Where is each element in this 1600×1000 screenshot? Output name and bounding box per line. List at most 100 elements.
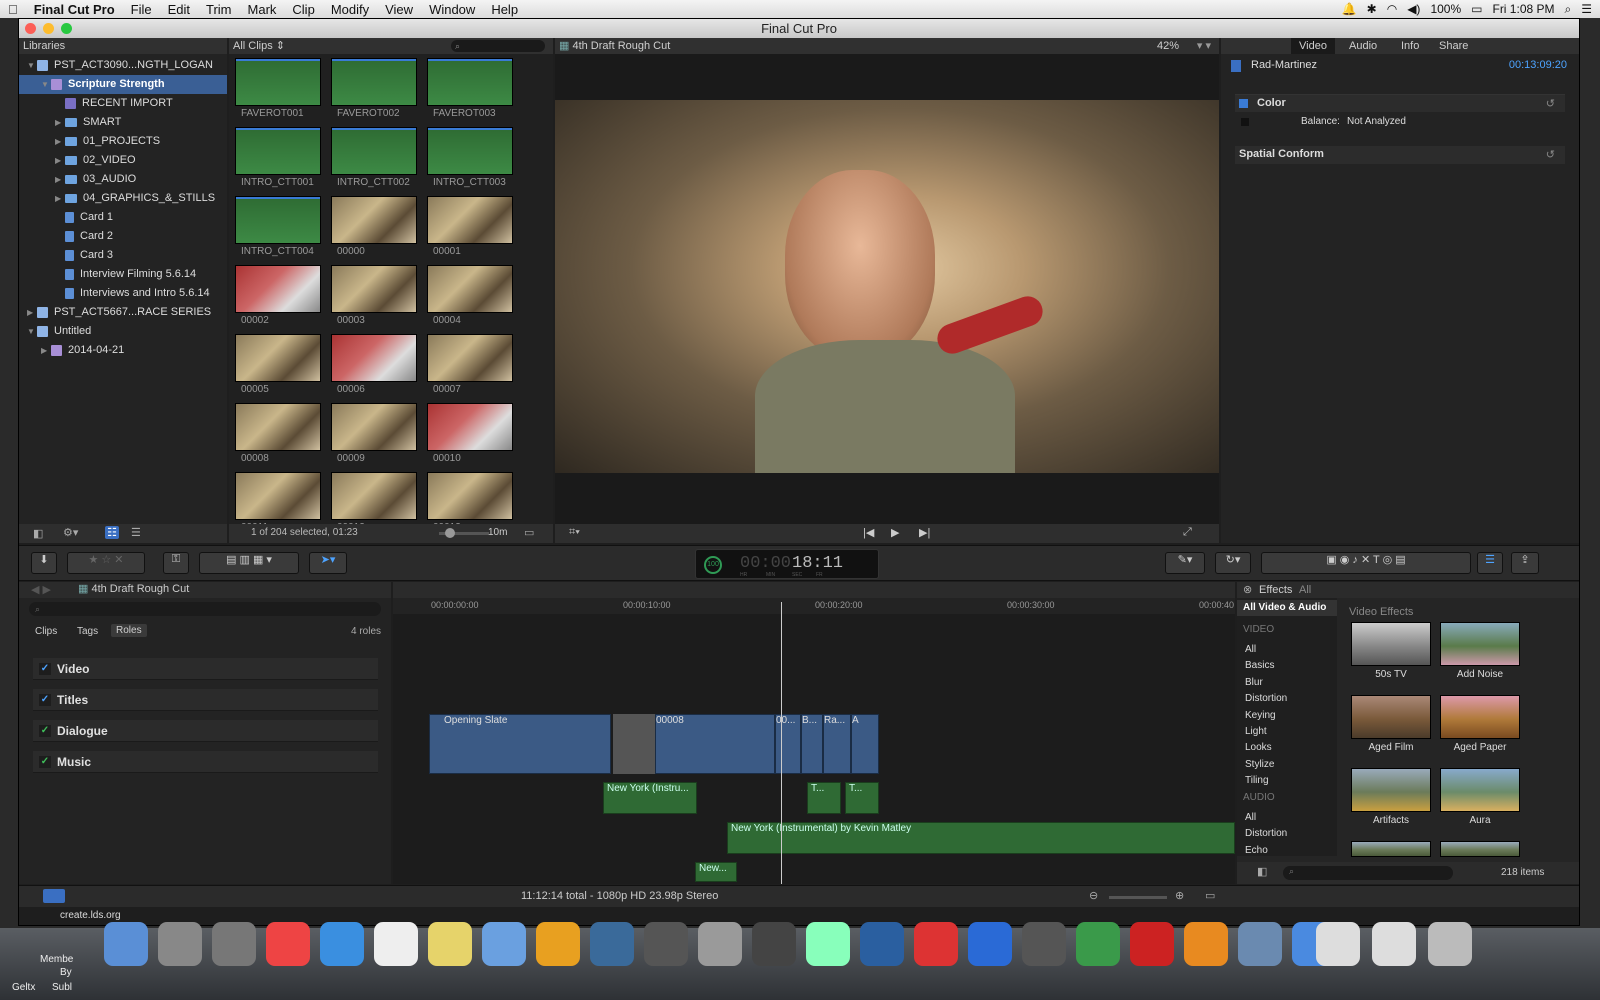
timeline-zoom-slider[interactable] bbox=[1109, 896, 1167, 899]
downloads-stack-icon[interactable] bbox=[1316, 922, 1360, 966]
disclosure-triangle-icon[interactable]: ▼ bbox=[41, 75, 51, 94]
menu-trim[interactable]: Trim bbox=[198, 2, 240, 17]
clip-00-short[interactable]: 00... bbox=[775, 714, 801, 774]
menu-window[interactable]: Window bbox=[421, 2, 483, 17]
enhancements-icon[interactable]: ✎▾ bbox=[1165, 552, 1205, 574]
audio-clip-ny-short[interactable]: New... bbox=[695, 862, 737, 882]
close-icon[interactable]: ⊗ bbox=[1243, 583, 1252, 596]
launchpad-icon[interactable] bbox=[158, 922, 202, 966]
clip-a[interactable]: A bbox=[851, 714, 879, 774]
photoshop-icon[interactable] bbox=[860, 922, 904, 966]
library-row[interactable]: Interviews and Intro 5.6.14 bbox=[19, 284, 227, 303]
select-tool-icon[interactable]: ➤▾ bbox=[309, 552, 347, 574]
tab-share[interactable]: Share bbox=[1439, 38, 1468, 54]
clip-thumbnail[interactable] bbox=[331, 472, 417, 520]
index-tab-roles[interactable]: Roles bbox=[111, 624, 147, 637]
show-hide-libraries-icon[interactable]: ◧ bbox=[33, 527, 43, 540]
effects-category[interactable]: Light bbox=[1245, 726, 1267, 737]
effects-category[interactable]: Tiling bbox=[1245, 775, 1269, 786]
final-cut-icon[interactable] bbox=[590, 922, 634, 966]
effects-category[interactable]: Distortion bbox=[1245, 828, 1287, 839]
sidebar-toggle-icon[interactable]: ◧ bbox=[1257, 865, 1267, 878]
clip-thumbnail[interactable] bbox=[427, 472, 513, 520]
zoom-out-icon[interactable]: ⊖ bbox=[1089, 889, 1098, 902]
zoom-button[interactable] bbox=[61, 23, 72, 34]
timeline[interactable]: 00:00:00:00 00:00:10:00 00:00:20:00 00:0… bbox=[393, 582, 1235, 884]
color-section[interactable]: Color ↺ bbox=[1235, 94, 1565, 112]
clip-thumbnail[interactable] bbox=[331, 127, 417, 175]
play-icon[interactable]: ▶ bbox=[891, 526, 899, 539]
spatial-conform-section[interactable]: Spatial Conform ↺ bbox=[1235, 146, 1565, 164]
color-enable-checkbox[interactable] bbox=[1239, 99, 1248, 108]
time-machine-icon[interactable] bbox=[1238, 922, 1282, 966]
list-view-icon[interactable]: ☰ bbox=[131, 526, 141, 539]
menu-clip[interactable]: Clip bbox=[284, 2, 322, 17]
disclosure-triangle-icon[interactable]: ▶ bbox=[55, 113, 65, 132]
disclosure-triangle-icon[interactable]: ▶ bbox=[55, 170, 65, 189]
library-row[interactable]: Card 2 bbox=[19, 227, 227, 246]
menu-mark[interactable]: Mark bbox=[240, 2, 285, 17]
trash-icon[interactable] bbox=[1428, 922, 1472, 966]
checkbox-icon[interactable]: ✓ bbox=[39, 663, 51, 675]
tab-info[interactable]: Info bbox=[1401, 38, 1419, 54]
playhead[interactable] bbox=[781, 602, 782, 884]
clip-thumbnail[interactable] bbox=[235, 58, 321, 106]
reset-icon[interactable]: ↺ bbox=[1546, 148, 1555, 161]
library-row[interactable]: ▶ 2014-04-21 bbox=[19, 341, 227, 360]
apple-icon[interactable]:  bbox=[0, 2, 26, 17]
audio-clip-t2[interactable]: T... bbox=[845, 782, 879, 814]
checkbox-icon[interactable]: ✓ bbox=[39, 725, 51, 737]
timeline-project-title[interactable]: ▦ 4th Draft Rough Cut bbox=[78, 582, 189, 595]
clip-thumbnail[interactable] bbox=[235, 196, 321, 244]
clock[interactable]: Fri 1:08 PM bbox=[1492, 2, 1554, 16]
ibooks-icon[interactable] bbox=[1184, 922, 1228, 966]
library-row[interactable]: ▶ 01_PROJECTS bbox=[19, 132, 227, 151]
effects-category[interactable]: Blur bbox=[1245, 677, 1263, 688]
bluetooth-icon[interactable]: ✱ bbox=[1367, 2, 1377, 16]
clip-ra[interactable]: Ra... bbox=[823, 714, 851, 774]
transition[interactable] bbox=[613, 714, 655, 774]
notification-icon[interactable]: 🔔 bbox=[1342, 2, 1357, 16]
disclosure-triangle-icon[interactable]: ▶ bbox=[55, 189, 65, 208]
clip-thumbnail[interactable] bbox=[427, 58, 513, 106]
disclosure-triangle-icon[interactable]: ▶ bbox=[55, 151, 65, 170]
preview-icon[interactable] bbox=[482, 922, 526, 966]
sublime-icon[interactable] bbox=[752, 922, 796, 966]
system-preferences-icon[interactable] bbox=[212, 922, 256, 966]
clip-thumbnail[interactable] bbox=[331, 403, 417, 451]
retime-icon[interactable]: ↻▾ bbox=[1215, 552, 1251, 574]
previous-edit-icon[interactable]: |◀ bbox=[863, 526, 874, 539]
effect-thumbnail[interactable] bbox=[1351, 768, 1431, 812]
effect-thumbnail[interactable] bbox=[1351, 622, 1431, 666]
library-row[interactable]: Card 1 bbox=[19, 208, 227, 227]
transform-icon[interactable]: ⌗▾ bbox=[569, 526, 580, 539]
close-button[interactable] bbox=[25, 23, 36, 34]
import-icon[interactable]: ⬇ bbox=[31, 552, 57, 574]
index-search-field[interactable]: ⌕ bbox=[29, 602, 381, 616]
list-icon[interactable]: ☰ bbox=[1581, 2, 1592, 16]
viewer-zoom[interactable]: 42% bbox=[1157, 38, 1179, 54]
wifi-icon[interactable]: ◠ bbox=[1387, 2, 1397, 16]
effects-category[interactable]: Basics bbox=[1245, 660, 1274, 671]
clip-00008[interactable]: 00008 bbox=[655, 714, 775, 774]
timeline-index-toggle[interactable] bbox=[43, 889, 65, 903]
opera-icon[interactable] bbox=[536, 922, 580, 966]
clip-thumbnail[interactable] bbox=[427, 403, 513, 451]
clip-thumbnail[interactable] bbox=[427, 196, 513, 244]
tab-video[interactable]: Video bbox=[1291, 38, 1335, 54]
clip-filter-popup[interactable]: All Clips bbox=[233, 40, 273, 52]
menu-file[interactable]: File bbox=[123, 2, 160, 17]
audio-clip-ny1[interactable]: New York (Instru... bbox=[603, 782, 697, 814]
final-cut-pro-icon[interactable] bbox=[698, 922, 742, 966]
effect-thumbnail[interactable] bbox=[1440, 622, 1520, 666]
menu-modify[interactable]: Modify bbox=[323, 2, 377, 17]
browser-search-field[interactable]: ⌕ bbox=[451, 40, 545, 52]
effect-thumbnail[interactable] bbox=[1440, 768, 1520, 812]
clip-thumbnail[interactable] bbox=[427, 265, 513, 313]
rating-buttons[interactable]: ★ ☆ ✕ bbox=[67, 552, 145, 574]
stickies-icon[interactable] bbox=[428, 922, 472, 966]
media-browser-buttons[interactable]: ▣ ◉ ♪ ✕ T ◎ ▤ bbox=[1261, 552, 1471, 574]
textedit-icon[interactable] bbox=[374, 922, 418, 966]
checkbox-icon[interactable]: ✓ bbox=[39, 756, 51, 768]
safari-icon[interactable] bbox=[320, 922, 364, 966]
